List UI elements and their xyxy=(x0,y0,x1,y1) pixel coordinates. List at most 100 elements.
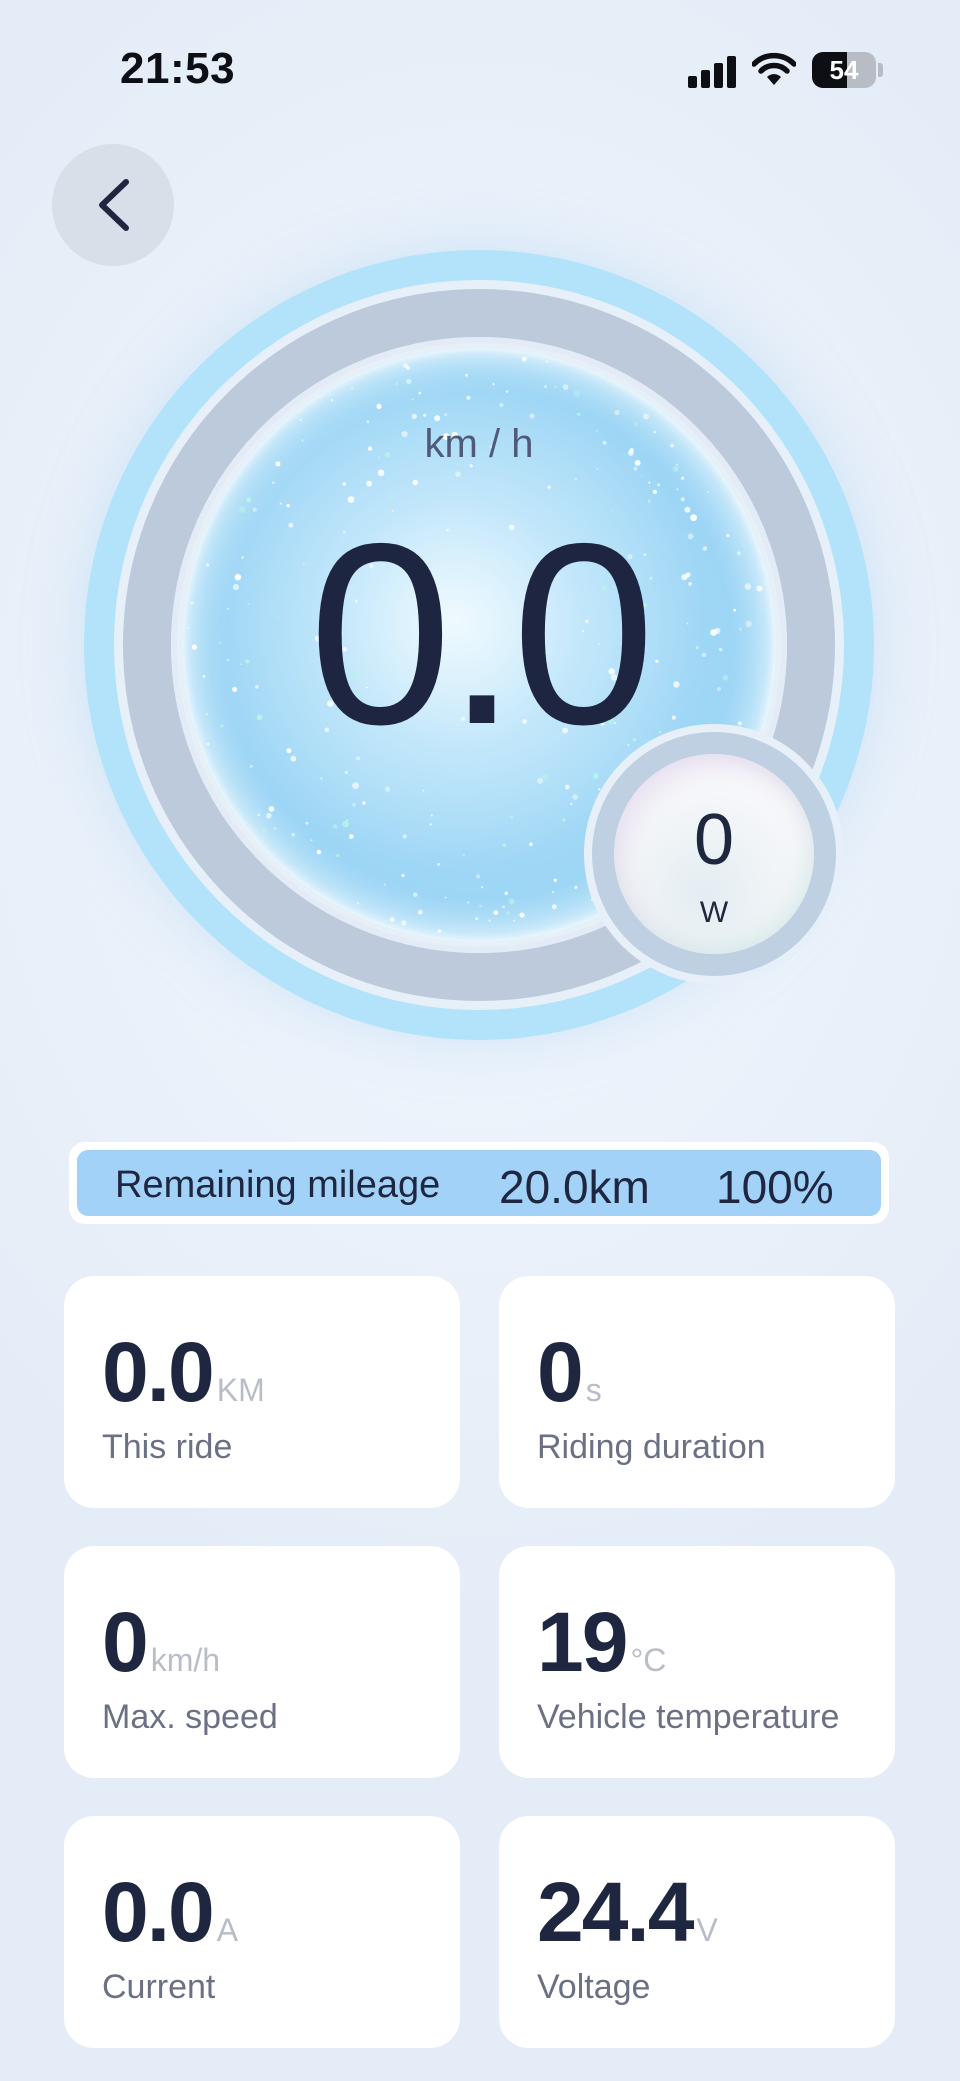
current-label: Current xyxy=(102,1968,216,2006)
this-ride-label: This ride xyxy=(102,1428,233,1466)
sparkle-dot xyxy=(554,385,557,388)
sparkle-dot xyxy=(395,382,399,386)
speedometer: km / h 0.0 0 W xyxy=(84,250,874,1040)
riding-duration-unit: s xyxy=(585,1372,602,1408)
sparkle-dot xyxy=(331,399,334,402)
sparkle-dot xyxy=(462,853,466,857)
sparkle-dot xyxy=(342,820,349,828)
speed-unit: km / h xyxy=(424,422,534,466)
sparkle-dot xyxy=(430,814,433,817)
sparkle-dot xyxy=(676,488,679,491)
sparkle-dot xyxy=(422,789,425,792)
max-speed-label: Max. speed xyxy=(102,1698,278,1736)
sparkle-dot xyxy=(401,873,405,878)
sparkle-dot xyxy=(413,892,418,897)
sparkle-dot xyxy=(707,491,709,494)
sparkle-dot xyxy=(444,413,448,417)
sparkle-dot xyxy=(366,480,373,487)
sparkle-dot xyxy=(573,390,580,397)
sparkle-dot xyxy=(257,813,261,817)
sparkle-dot xyxy=(423,413,427,417)
riding-duration-label: Riding duration xyxy=(537,1428,766,1466)
remaining-mileage-value: 20.0km xyxy=(499,1161,650,1213)
vehicle-temperature-label: Vehicle temperature xyxy=(537,1698,840,1736)
status-bar: 21:53 54 xyxy=(0,0,960,140)
sparkle-dot xyxy=(405,365,411,370)
sparkle-dot xyxy=(261,828,267,834)
sparkle-dot xyxy=(335,868,338,870)
sparkle-dot xyxy=(504,891,508,895)
sparkle-dot xyxy=(633,467,638,471)
sparkle-dot xyxy=(299,418,302,421)
speed-value: 0.0 xyxy=(308,489,656,778)
vehicle-temperature-value: 19 xyxy=(537,1595,628,1689)
sparkle-dot xyxy=(510,815,513,819)
stat-card-this-ride: 0.0 KM This ride xyxy=(64,1276,460,1508)
riding-duration-value: 0 xyxy=(537,1325,584,1419)
sparkle-dot xyxy=(492,383,495,386)
sparkle-dot xyxy=(512,919,516,922)
sparkle-dot xyxy=(291,832,296,837)
sparkle-dot xyxy=(479,904,482,908)
voltage-label: Voltage xyxy=(537,1968,651,2006)
sparkle-dot xyxy=(310,839,313,842)
sparkle-dot xyxy=(352,782,359,790)
sparkle-dot xyxy=(505,390,509,393)
sparkle-dot xyxy=(466,395,471,400)
stat-card-riding-duration: 0s Riding duration xyxy=(499,1276,895,1508)
this-ride-value: 0.0 xyxy=(102,1325,215,1419)
sparkle-dot xyxy=(565,784,570,790)
sparkle-dot xyxy=(268,806,275,812)
sparkle-dot xyxy=(417,909,423,915)
sparkle-dot xyxy=(342,482,346,486)
sparkle-dot xyxy=(246,497,252,503)
max-speed-unit: km/h xyxy=(150,1642,221,1678)
sparkle-dot xyxy=(529,413,535,419)
stat-card-current: 0.0 A Current xyxy=(64,1816,460,2048)
sparkle-dot xyxy=(389,917,395,922)
sparkle-dot xyxy=(680,497,685,502)
sparkle-dot xyxy=(519,912,525,918)
sparkle-dot xyxy=(499,402,504,408)
sparkle-dot xyxy=(574,477,578,481)
sparkle-dot xyxy=(437,862,440,866)
sparkle-dot xyxy=(266,813,272,819)
sparkle-dot xyxy=(521,356,527,362)
sparkle-dot xyxy=(475,917,479,921)
sparkle-dot xyxy=(272,481,275,484)
sparkle-dot xyxy=(332,824,338,830)
sparkle-dot xyxy=(493,910,499,915)
stat-card-vehicle-temperature: 19 °C Vehicle temperature xyxy=(499,1546,895,1778)
sparkle-dot xyxy=(467,901,470,904)
power-unit: W xyxy=(699,896,729,929)
sparkle-dot xyxy=(305,821,309,825)
sparkle-dot xyxy=(481,886,484,889)
sparkle-dot xyxy=(249,764,253,768)
sparkle-dot xyxy=(437,929,442,934)
sparkle-dot xyxy=(551,890,555,894)
battery-nub xyxy=(878,63,883,77)
sparkle-dot xyxy=(488,919,491,922)
sparkle-dot xyxy=(444,896,447,899)
back-button[interactable] xyxy=(52,144,174,266)
sparkle-dot xyxy=(335,891,339,896)
sparkle-dot xyxy=(551,904,557,910)
sparkle-dot xyxy=(648,481,651,484)
sparkle-dot xyxy=(643,413,649,420)
sparkle-dot xyxy=(316,849,322,855)
power-gauge: 0 W xyxy=(584,724,844,984)
power-value: 0 xyxy=(693,800,735,880)
sparkle-dot xyxy=(529,842,533,847)
sparkle-dot xyxy=(544,385,548,389)
sparkle-dot xyxy=(377,469,385,477)
chevron-left-icon xyxy=(99,179,129,231)
sparkle-dot xyxy=(411,413,417,420)
sparkle-dot xyxy=(350,387,354,390)
sparkle-dot xyxy=(402,834,407,839)
sparkle-dot xyxy=(476,874,481,879)
sparkle-dot xyxy=(652,489,657,494)
sparkle-dot xyxy=(641,475,643,478)
sparkle-dot xyxy=(680,476,685,480)
sparkle-dot xyxy=(506,911,510,915)
stat-card-max-speed: 0 km/h Max. speed xyxy=(64,1546,460,1778)
